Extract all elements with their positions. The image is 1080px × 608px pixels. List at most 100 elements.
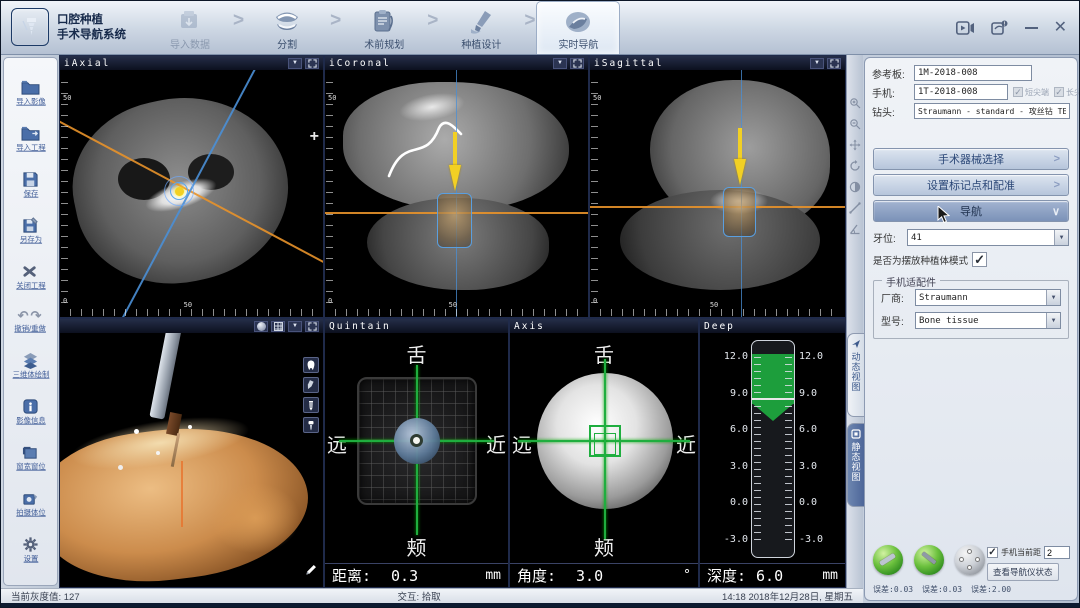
sidebar-item-save[interactable]: 保存 bbox=[21, 171, 40, 199]
maximize-view-icon[interactable] bbox=[827, 58, 841, 69]
instrument-select-button[interactable]: 手术器械选择 > bbox=[873, 148, 1069, 170]
step-realtime-navigation[interactable]: 实时导航 bbox=[536, 1, 620, 54]
layout-menu-icon[interactable]: ▼ bbox=[810, 58, 824, 69]
sidebar-item-undo-redo[interactable]: ↶↷ 撤销/重做 bbox=[13, 309, 47, 334]
placement-mode-label: 是否为摆放种植体模式 bbox=[873, 253, 968, 267]
placement-mode-checkbox[interactable]: ✓ bbox=[972, 252, 987, 267]
maximize-view-icon[interactable] bbox=[305, 321, 319, 332]
preop-planning-icon bbox=[371, 3, 397, 35]
button-label: 导航 bbox=[960, 203, 982, 219]
zoom-in-icon[interactable] bbox=[849, 97, 861, 109]
sidebar-item-window-level[interactable]: 窗宽窗位 bbox=[15, 444, 47, 472]
video-record-icon[interactable] bbox=[956, 21, 975, 35]
3d-marker-dot bbox=[156, 451, 160, 455]
window-level-icon[interactable] bbox=[849, 181, 861, 193]
show-teeth-icon[interactable] bbox=[303, 357, 319, 373]
sidebar-item-import-project[interactable]: 导入工程 bbox=[15, 125, 47, 153]
grid-view-icon[interactable] bbox=[271, 321, 285, 332]
tab-dynamic-view[interactable]: 动态视图 bbox=[847, 333, 864, 417]
viewport-coronal: iCoronal ▼ bbox=[324, 55, 589, 318]
implant-design-icon bbox=[467, 3, 495, 35]
show-implant-icon[interactable] bbox=[303, 397, 319, 413]
direction-label-distal: 远 bbox=[512, 429, 532, 458]
sidebar-item-save-as[interactable]: 另存为 bbox=[19, 217, 43, 245]
sidebar-item-volume-render[interactable]: 三维体绘制 bbox=[11, 352, 51, 380]
mouse-cursor bbox=[937, 206, 950, 229]
reference-plate-input[interactable] bbox=[914, 65, 1032, 81]
folder-image-icon bbox=[21, 79, 40, 96]
step-preop-planning[interactable]: 术前规划 bbox=[342, 1, 426, 54]
ruler-label: 50 bbox=[328, 94, 336, 102]
step-implant-design[interactable]: 种植设计 bbox=[439, 1, 523, 54]
checkbox-icon: ✓ bbox=[1013, 87, 1023, 97]
step-label: 实时导航 bbox=[558, 36, 598, 51]
annotate-pencil-icon[interactable] bbox=[304, 563, 317, 581]
sidebar-item-capture-position[interactable]: 拍摄体位 bbox=[15, 490, 47, 518]
step-segmentation[interactable]: 分割 bbox=[245, 1, 329, 54]
direction-label-mesial: 近 bbox=[486, 429, 506, 458]
3d-orange-guide bbox=[181, 461, 183, 527]
adapter-group-title: 手机适配件 bbox=[882, 274, 940, 289]
short-tip-checkbox[interactable]: ✓ 短尖端 bbox=[1013, 87, 1049, 98]
viewport-title: iAxial bbox=[64, 58, 110, 69]
rotate-icon[interactable] bbox=[849, 160, 861, 172]
zoom-out-icon[interactable] bbox=[849, 118, 861, 130]
ruler-label: 0 bbox=[593, 297, 597, 305]
sidebar-item-settings[interactable]: 设置 bbox=[21, 536, 40, 564]
vendor-select[interactable]: Straumann ▼ bbox=[915, 289, 1061, 306]
current-tip-checkbox[interactable]: ✓ bbox=[987, 547, 998, 558]
tooth-position-select[interactable]: 41 ▼ bbox=[907, 229, 1069, 246]
plus-icon[interactable]: + bbox=[310, 128, 319, 146]
layout-menu-icon[interactable]: ▼ bbox=[288, 58, 302, 69]
current-tip-input[interactable] bbox=[1044, 546, 1070, 559]
show-crown-icon[interactable] bbox=[303, 417, 319, 433]
measure-length-icon[interactable] bbox=[849, 202, 861, 214]
measure-angle-icon[interactable] bbox=[849, 223, 861, 235]
reference-status-icon bbox=[873, 545, 903, 575]
close-button[interactable]: ✕ bbox=[1054, 20, 1067, 36]
sidebar-item-import-image[interactable]: 导入影像 bbox=[15, 79, 47, 107]
sagittal-implant-outline bbox=[723, 187, 756, 237]
view-nav-status-button[interactable]: 查看导航仪状态 bbox=[987, 563, 1059, 581]
coronal-drill-shaft bbox=[453, 132, 457, 166]
sidebar-item-image-info[interactable]: 影像信息 bbox=[15, 398, 47, 426]
tab-static-view[interactable]: 静态视图 bbox=[847, 423, 864, 507]
show-drill-icon[interactable] bbox=[303, 377, 319, 393]
3d-tool-stack bbox=[303, 357, 319, 433]
angle-label: 角度: bbox=[517, 565, 556, 586]
export-share-icon[interactable]: ! bbox=[991, 20, 1009, 36]
angle-readout: 角度: 3.0 ° bbox=[510, 563, 698, 587]
maximize-view-icon[interactable] bbox=[305, 58, 319, 69]
3d-render-view[interactable] bbox=[60, 333, 323, 587]
checkbox-icon: ✓ bbox=[1054, 87, 1064, 97]
viewport-area: iAxial ▼ bbox=[59, 55, 846, 588]
drill-input[interactable] bbox=[914, 103, 1070, 119]
layout-menu-icon[interactable]: ▼ bbox=[288, 321, 302, 332]
sagittal-ct-image[interactable]: 50 0 50 bbox=[590, 70, 845, 317]
ruler-label: 50 bbox=[710, 301, 718, 309]
navigation-section-button[interactable]: 导航 ∨ bbox=[873, 200, 1069, 222]
registration-setup-button[interactable]: 设置标记点和配准 > bbox=[873, 174, 1069, 196]
handpiece-input[interactable] bbox=[914, 84, 1008, 100]
model-label: 型号: bbox=[881, 313, 915, 328]
axial-ct-image[interactable]: 50 0 50 + bbox=[60, 70, 323, 317]
pan-icon[interactable] bbox=[849, 139, 861, 151]
title-bar: 口腔种植 手术导航系统 导入数据 > 分割 > 术 bbox=[1, 1, 1080, 55]
sidebar-item-close-project[interactable]: 关闭工程 bbox=[15, 263, 47, 291]
coronal-ct-image[interactable]: 50 0 50 bbox=[325, 70, 588, 317]
short-tip-label: 短尖端 bbox=[1025, 87, 1049, 98]
3d-drill-instrument bbox=[149, 333, 181, 420]
layout-menu-icon[interactable]: ▼ bbox=[553, 58, 567, 69]
model-select[interactable]: Bone tissue ▼ bbox=[915, 312, 1061, 329]
axis-display: 舌 远 近 颊 bbox=[510, 333, 698, 563]
sphere-view-icon[interactable] bbox=[254, 321, 268, 332]
model-value: Bone tissue bbox=[919, 316, 979, 326]
maximize-view-icon[interactable] bbox=[570, 58, 584, 69]
dynamic-view-icon bbox=[851, 339, 861, 349]
step-import-data[interactable]: 导入数据 bbox=[148, 1, 232, 54]
long-tip-checkbox[interactable]: ✓ 长尖端 bbox=[1054, 87, 1080, 98]
distance-readout: 距离: 0.3 mm bbox=[325, 563, 508, 587]
minimize-button[interactable] bbox=[1025, 27, 1038, 29]
sagittal-drill-shaft bbox=[738, 128, 742, 160]
panel-title: Deep bbox=[704, 321, 735, 332]
